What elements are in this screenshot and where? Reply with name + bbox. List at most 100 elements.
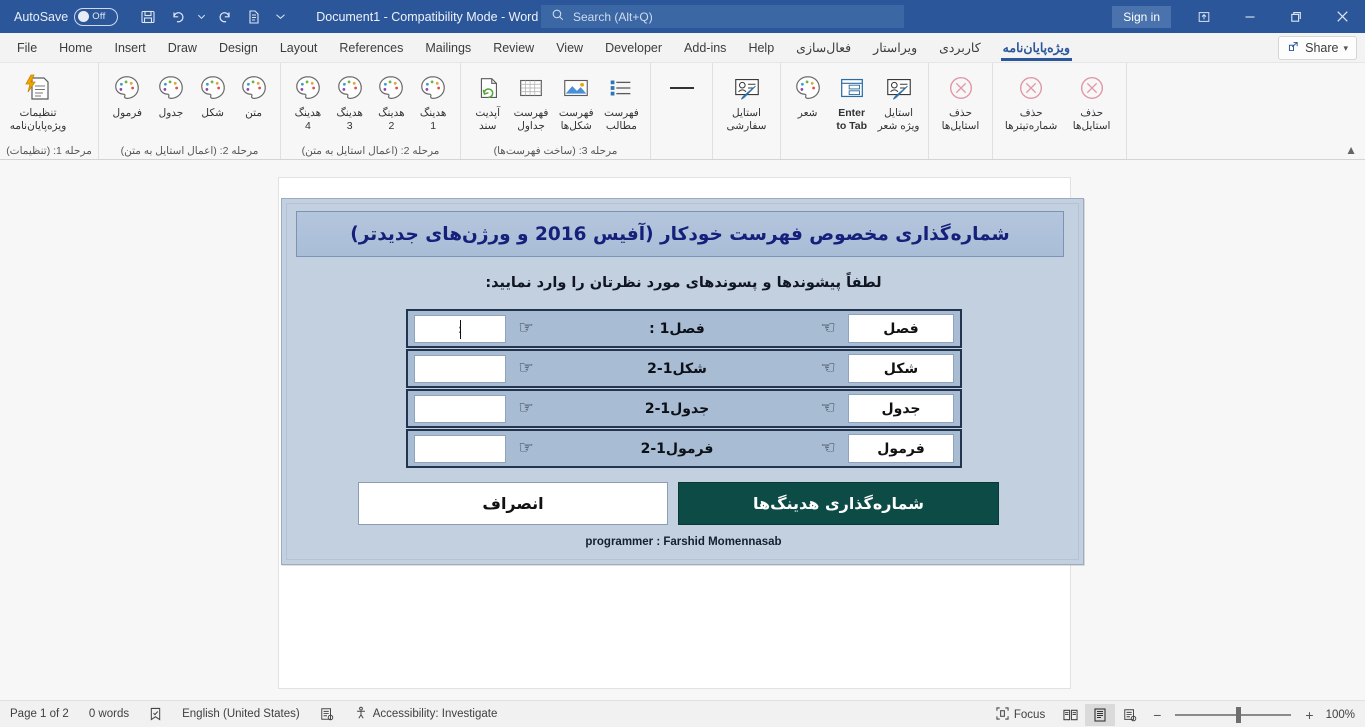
ribbon-button-delete-styles-2[interactable]: حذف استایل‌ها <box>1063 66 1120 133</box>
zoom-in-button[interactable]: + <box>1305 707 1313 723</box>
web-layout-icon[interactable] <box>1115 704 1145 726</box>
ribbon-button-sher[interactable]: شعر <box>787 66 828 120</box>
proofing-icon[interactable] <box>139 701 172 727</box>
ribbon-button-figure-index[interactable]: فهرست شکل‌ها <box>554 66 599 133</box>
tab-mailings[interactable]: Mailings <box>414 34 482 62</box>
zoom-slider[interactable] <box>1175 706 1292 723</box>
zoom-out-button[interactable]: − <box>1153 707 1161 723</box>
ribbon-button-enter-to-tab[interactable]: Enter to Tab <box>828 66 875 133</box>
minimize-button[interactable] <box>1227 0 1273 33</box>
undo-dropdown-icon[interactable] <box>194 4 208 30</box>
accessibility-icon <box>354 706 368 723</box>
zoom-slider-thumb[interactable] <box>1235 706 1241 723</box>
ribbon-button-settings-thesis[interactable]: تنظیمات ویژه‌پایان‌نامه <box>6 66 70 133</box>
table-grid-icon <box>516 70 546 106</box>
ribbon-group-label <box>651 142 712 159</box>
ribbon-group-label <box>713 142 780 159</box>
tab-home[interactable]: Home <box>48 34 103 62</box>
ribbon-button-poetry-style[interactable]: استایل ویژه شعر <box>875 66 922 133</box>
tab-virastar[interactable]: ویراستار <box>862 34 928 62</box>
delete-circle-icon <box>1077 70 1107 106</box>
ribbon-button-update-doc[interactable]: آپدیت سند <box>467 66 508 133</box>
search-input[interactable]: Search (Alt+Q) <box>573 10 653 24</box>
row-example-table: جدول1-2 <box>644 400 710 417</box>
ribbon-button-label: حذف استایل‌ها <box>1072 107 1111 133</box>
tab-help[interactable]: Help <box>737 34 785 62</box>
ribbon-button-heading-4[interactable]: هدینگ 4 <box>287 66 329 133</box>
ribbon-button-dash[interactable] <box>657 66 706 106</box>
ribbon-button-delete-heading-numbers[interactable]: حذف شماره‌تیترها <box>999 66 1063 133</box>
tab-references[interactable]: References <box>328 34 414 62</box>
page-indicator[interactable]: Page 1 of 2 <box>0 701 79 727</box>
ribbon-button-label: Enter to Tab <box>836 107 868 133</box>
language-indicator[interactable]: English (United States) <box>172 701 310 727</box>
ribbon-display-options-icon[interactable] <box>1181 0 1227 33</box>
tab-developer[interactable]: Developer <box>594 34 673 62</box>
number-headings-button[interactable]: شماره‌گذاری هدینگ‌ها <box>678 482 999 525</box>
delete-circle-icon <box>946 70 976 106</box>
form-row-figure: شکل ☜ شکل1-2 ☞ <box>406 349 962 388</box>
search-icon <box>551 8 565 25</box>
tab-draw[interactable]: Draw <box>157 34 208 62</box>
ribbon-button-delete-styles[interactable]: حذف استایل‌ها <box>935 66 986 133</box>
customize-quick-access-icon[interactable] <box>270 4 290 30</box>
document-area: شماره‌گذاری مخصوص فهرست خودکار (آفیس 201… <box>0 160 1365 700</box>
close-button[interactable] <box>1319 0 1365 33</box>
ribbon: تنظیمات ویژه‌پایان‌نامه مرحله 1: (تنظیما… <box>0 63 1365 160</box>
undo-icon[interactable] <box>164 4 192 30</box>
restore-button[interactable] <box>1273 0 1319 33</box>
numbering-userform-dialog: شماره‌گذاری مخصوص فهرست خودکار (آفیس 201… <box>281 198 1084 565</box>
settings-document-icon <box>22 70 54 106</box>
ribbon-button-jadval[interactable]: جدول <box>150 66 193 120</box>
hand-pointer-left-icon: ☞ <box>518 318 534 338</box>
print-preview-icon[interactable] <box>240 4 268 30</box>
zoom-level[interactable]: 100% <box>1318 709 1365 721</box>
chevron-down-icon[interactable]: ▾ <box>1343 43 1348 54</box>
focus-mode-button[interactable]: Focus <box>986 701 1055 727</box>
accessibility-status[interactable]: Accessibility: Investigate <box>344 701 508 727</box>
ribbon-button-formul[interactable]: فرمول <box>105 66 150 120</box>
ribbon-button-shekl[interactable]: شکل <box>192 66 233 120</box>
ribbon-button-label: شعر <box>797 107 818 119</box>
tab-review[interactable]: Review <box>482 34 545 62</box>
tab-vijeh-payannameh[interactable]: ویژه‌پایان‌نامه <box>992 34 1081 62</box>
zoom-control[interactable]: − + <box>1145 701 1317 727</box>
track-changes-icon[interactable] <box>310 701 344 727</box>
ribbon-button-heading-2[interactable]: هدینگ 2 <box>371 66 413 133</box>
collapse-ribbon-icon[interactable]: ▲ <box>1345 143 1357 157</box>
tab-karbordi[interactable]: کاربردی <box>928 34 992 62</box>
read-mode-icon[interactable] <box>1055 704 1085 726</box>
tab-file[interactable]: File <box>6 34 48 62</box>
search-box[interactable]: Search (Alt+Q) <box>541 5 904 28</box>
sign-in-button[interactable]: Sign in <box>1112 5 1171 28</box>
ribbon-button-heading-3[interactable]: هدینگ 3 <box>329 66 371 133</box>
tab-view[interactable]: View <box>545 34 594 62</box>
ribbon-button-toc[interactable]: فهرست مطالب <box>599 66 644 133</box>
redo-icon[interactable] <box>210 4 238 30</box>
cancel-button[interactable]: انصراف <box>358 482 668 525</box>
share-label: Share <box>1305 41 1339 55</box>
tab-faalsazi[interactable]: فعال‌سازی <box>785 34 862 62</box>
share-icon <box>1287 40 1300 56</box>
ribbon-button-custom-style[interactable]: استایل سفارشی <box>719 66 774 133</box>
share-button[interactable]: Share ▾ <box>1278 36 1357 60</box>
input-figure-suffix[interactable] <box>414 354 506 383</box>
tab-layout[interactable]: Layout <box>269 34 329 62</box>
autosave-toggle[interactable]: Off <box>74 7 119 26</box>
input-chapter-suffix[interactable]: ؛ <box>414 314 506 343</box>
ribbon-button-table-index[interactable]: فهرست جداول <box>508 66 553 133</box>
input-table-suffix[interactable] <box>414 394 506 423</box>
save-icon[interactable] <box>134 4 162 30</box>
form-rows: فصل ☜ فصل1 : ☞ ؛ شکل ☜ شکل1-2 ☞ جدول ☜ ج… <box>406 309 962 469</box>
tab-addins[interactable]: Add-ins <box>673 34 737 62</box>
ribbon-empty-space: ▲ <box>1126 63 1365 159</box>
ribbon-button-matn[interactable]: متن <box>233 66 274 120</box>
input-formula-suffix[interactable] <box>414 434 506 463</box>
tab-design[interactable]: Design <box>208 34 269 62</box>
tab-insert[interactable]: Insert <box>104 34 157 62</box>
row-example-figure: شکل1-2 <box>647 360 707 377</box>
ribbon-button-heading-1[interactable]: هدینگ 1 <box>412 66 454 133</box>
autosave-control[interactable]: AutoSave Off <box>14 7 119 26</box>
word-count[interactable]: 0 words <box>79 701 139 727</box>
print-layout-icon[interactable] <box>1085 703 1116 726</box>
